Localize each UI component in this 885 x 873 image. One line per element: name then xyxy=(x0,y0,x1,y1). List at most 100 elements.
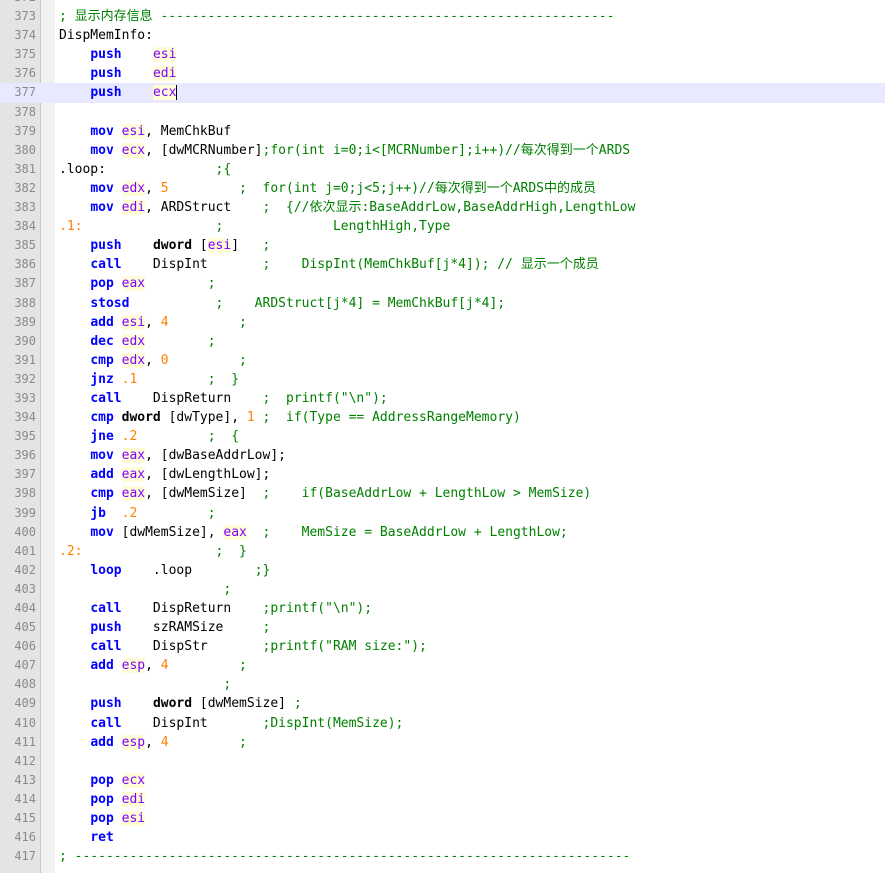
code-text[interactable]: call DispReturn ;printf("\n"); xyxy=(59,599,372,618)
code-text[interactable]: ; xyxy=(59,675,231,694)
code-line[interactable]: 410 call DispInt ;DispInt(MemSize); xyxy=(0,714,885,733)
code-text[interactable]: call DispStr ;printf("RAM size:"); xyxy=(59,637,427,656)
code-text[interactable]: push edi xyxy=(59,64,177,83)
code-text[interactable]: .2: ; } xyxy=(59,542,247,561)
code-line[interactable]: 376 push edi xyxy=(0,64,885,83)
code-text[interactable]: pop esi xyxy=(59,809,146,828)
line-number: 391 xyxy=(14,352,36,367)
code-line[interactable]: 405 push szRAMSize ; xyxy=(0,618,885,637)
code-line[interactable]: 392 jnz .1 ; } xyxy=(0,370,885,389)
code-text[interactable]: pop ecx xyxy=(59,771,146,790)
code-text[interactable]: mov [dwMemSize], eax ; MemSize = BaseAdd… xyxy=(59,523,568,542)
code-text[interactable]: cmp dword [dwType], 1 ; if(Type == Addre… xyxy=(59,408,520,427)
code-text[interactable]: cmp edx, 0 ; xyxy=(59,351,247,370)
code-line[interactable]: 414 pop edi xyxy=(0,790,885,809)
code-line[interactable]: 386 call DispInt ; DispInt(MemChkBuf[j*4… xyxy=(0,255,885,274)
code-line[interactable]: 380 mov ecx, [dwMCRNumber];for(int i=0;i… xyxy=(0,141,885,160)
code-text[interactable]: jne .2 ; { xyxy=(59,427,239,446)
code-line[interactable]: 381 .loop: ;{ xyxy=(0,160,885,179)
code-text[interactable]: ; xyxy=(59,580,231,599)
line-number: 376 xyxy=(14,66,36,81)
code-text[interactable]: add eax, [dwLengthLow]; xyxy=(59,465,270,484)
code-line[interactable]: 393 call DispReturn ; printf("\n"); xyxy=(0,389,885,408)
code-text[interactable]: push ecx xyxy=(59,83,178,102)
code-editor[interactable]: 372 373 ; 显示内存信息 -------------------------… xyxy=(0,0,885,873)
code-line[interactable]: 397 add eax, [dwLengthLow]; xyxy=(0,465,885,484)
code-line[interactable]: 399 jb .2 ; xyxy=(0,504,885,523)
code-token: ; ARDStruct[j*4] = MemChkBuf[j*4]; xyxy=(129,295,506,311)
code-line[interactable]: 375 push esi xyxy=(0,45,885,64)
code-line[interactable]: 394 cmp dword [dwType], 1 ; if(Type == A… xyxy=(0,408,885,427)
code-lines[interactable]: 372 373 ; 显示内存信息 -------------------------… xyxy=(0,0,885,866)
code-text[interactable]: mov edi, ARDStruct ; {//依次显示:BaseAddrLow… xyxy=(59,198,635,217)
code-text[interactable]: dec edx ; xyxy=(59,332,216,351)
code-text[interactable]: push dword [dwMemSize] ; xyxy=(59,694,301,713)
code-line[interactable]: 406 call DispStr ;printf("RAM size:"); xyxy=(0,637,885,656)
code-line[interactable]: 374 DispMemInfo: xyxy=(0,26,885,45)
code-line[interactable]: 416 ret xyxy=(0,828,885,847)
code-line[interactable]: 377 push ecx xyxy=(0,83,885,103)
code-line[interactable]: 379 mov esi, MemChkBuf xyxy=(0,122,885,141)
code-text[interactable]: loop .loop ;} xyxy=(59,561,270,580)
code-text[interactable]: pop edi xyxy=(59,790,146,809)
code-text[interactable]: DispMemInfo: xyxy=(59,26,153,45)
code-line[interactable]: 407 add esp, 4 ; xyxy=(0,656,885,675)
code-text[interactable]: call DispReturn ; printf("\n"); xyxy=(59,389,387,408)
code-line[interactable]: 391 cmp edx, 0 ; xyxy=(0,351,885,370)
code-text[interactable]: ; --------------------------------------… xyxy=(59,847,630,866)
code-text[interactable]: jb .2 ; xyxy=(59,504,215,523)
code-text[interactable]: .1: ; LengthHigh,Type xyxy=(59,217,450,236)
code-line[interactable]: 412 xyxy=(0,752,885,771)
code-text[interactable]: mov edx, 5 ; for(int j=0;j<5;j++)//每次得到一… xyxy=(59,179,596,198)
code-line[interactable]: 388 stosd ; ARDStruct[j*4] = MemChkBuf[j… xyxy=(0,294,885,313)
code-text[interactable]: mov esi, MemChkBuf xyxy=(59,122,231,141)
code-text[interactable]: ; 显示内存信息 -------------------------------… xyxy=(59,7,614,26)
code-text[interactable]: call DispInt ;DispInt(MemSize); xyxy=(59,714,403,733)
code-text[interactable]: add esi, 4 ; xyxy=(59,313,247,332)
code-text[interactable]: ret xyxy=(59,828,113,847)
code-token: stosd xyxy=(90,295,130,311)
code-line[interactable]: 378 xyxy=(0,103,885,122)
code-line[interactable]: 415 pop esi xyxy=(0,809,885,828)
code-line[interactable]: 398 cmp eax, [dwMemSize] ; if(BaseAddrLo… xyxy=(0,484,885,503)
code-line[interactable]: 384 .1: ; LengthHigh,Type xyxy=(0,217,885,236)
code-text[interactable]: mov eax, [dwBaseAddrLow]; xyxy=(59,446,286,465)
code-line[interactable]: 400 mov [dwMemSize], eax ; MemSize = Bas… xyxy=(0,523,885,542)
code-line[interactable]: 409 push dword [dwMemSize] ; xyxy=(0,694,885,713)
code-line[interactable]: 373 ; 显示内存信息 ----------------------------… xyxy=(0,7,885,26)
line-number: 414 xyxy=(14,791,36,806)
code-text[interactable]: push esi xyxy=(59,45,177,64)
code-line[interactable]: 385 push dword [esi] ; xyxy=(0,236,885,255)
code-line[interactable]: 383 mov edi, ARDStruct ; {//依次显示:BaseAdd… xyxy=(0,198,885,217)
code-line[interactable]: 387 pop eax ; xyxy=(0,274,885,293)
code-text[interactable]: add esp, 4 ; xyxy=(59,656,247,675)
code-line[interactable]: 408 ; xyxy=(0,675,885,694)
code-text[interactable]: push szRAMSize ; xyxy=(59,618,270,637)
code-text[interactable]: .loop: ;{ xyxy=(59,160,231,179)
code-line[interactable]: 417 ; -----------------------------------… xyxy=(0,847,885,866)
code-line[interactable]: 382 mov edx, 5 ; for(int j=0;j<5;j++)//每… xyxy=(0,179,885,198)
code-line[interactable]: 396 mov eax, [dwBaseAddrLow]; xyxy=(0,446,885,465)
code-line[interactable]: 395 jne .2 ; { xyxy=(0,427,885,446)
code-text[interactable]: stosd ; ARDStruct[j*4] = MemChkBuf[j*4]; xyxy=(59,294,505,313)
code-line[interactable]: 403 ; xyxy=(0,580,885,599)
code-text[interactable]: cmp eax, [dwMemSize] ; if(BaseAddrLow + … xyxy=(59,484,591,503)
code-text[interactable]: add esp, 4 ; xyxy=(59,733,247,752)
code-line[interactable]: 389 add esi, 4 ; xyxy=(0,313,885,332)
code-text[interactable]: mov ecx, [dwMCRNumber];for(int i=0;i<[MC… xyxy=(59,141,630,160)
code-text[interactable]: call DispInt ; DispInt(MemChkBuf[j*4]); … xyxy=(59,255,598,274)
code-line[interactable]: 372 xyxy=(0,0,885,7)
code-line[interactable]: 401 .2: ; } xyxy=(0,542,885,561)
code-text[interactable]: pop eax ; xyxy=(59,274,216,293)
code-line[interactable]: 402 loop .loop ;} xyxy=(0,561,885,580)
line-number: 402 xyxy=(14,562,36,577)
code-text[interactable]: jnz .1 ; } xyxy=(59,370,239,389)
code-line[interactable]: 411 add esp, 4 ; xyxy=(0,733,885,752)
code-line[interactable]: 404 call DispReturn ;printf("\n"); xyxy=(0,599,885,618)
code-token: [dwMemSize] xyxy=(192,696,286,712)
code-text[interactable]: push dword [esi] ; xyxy=(59,236,270,255)
code-line[interactable]: 390 dec edx ; xyxy=(0,332,885,351)
code-line[interactable]: 413 pop ecx xyxy=(0,771,885,790)
